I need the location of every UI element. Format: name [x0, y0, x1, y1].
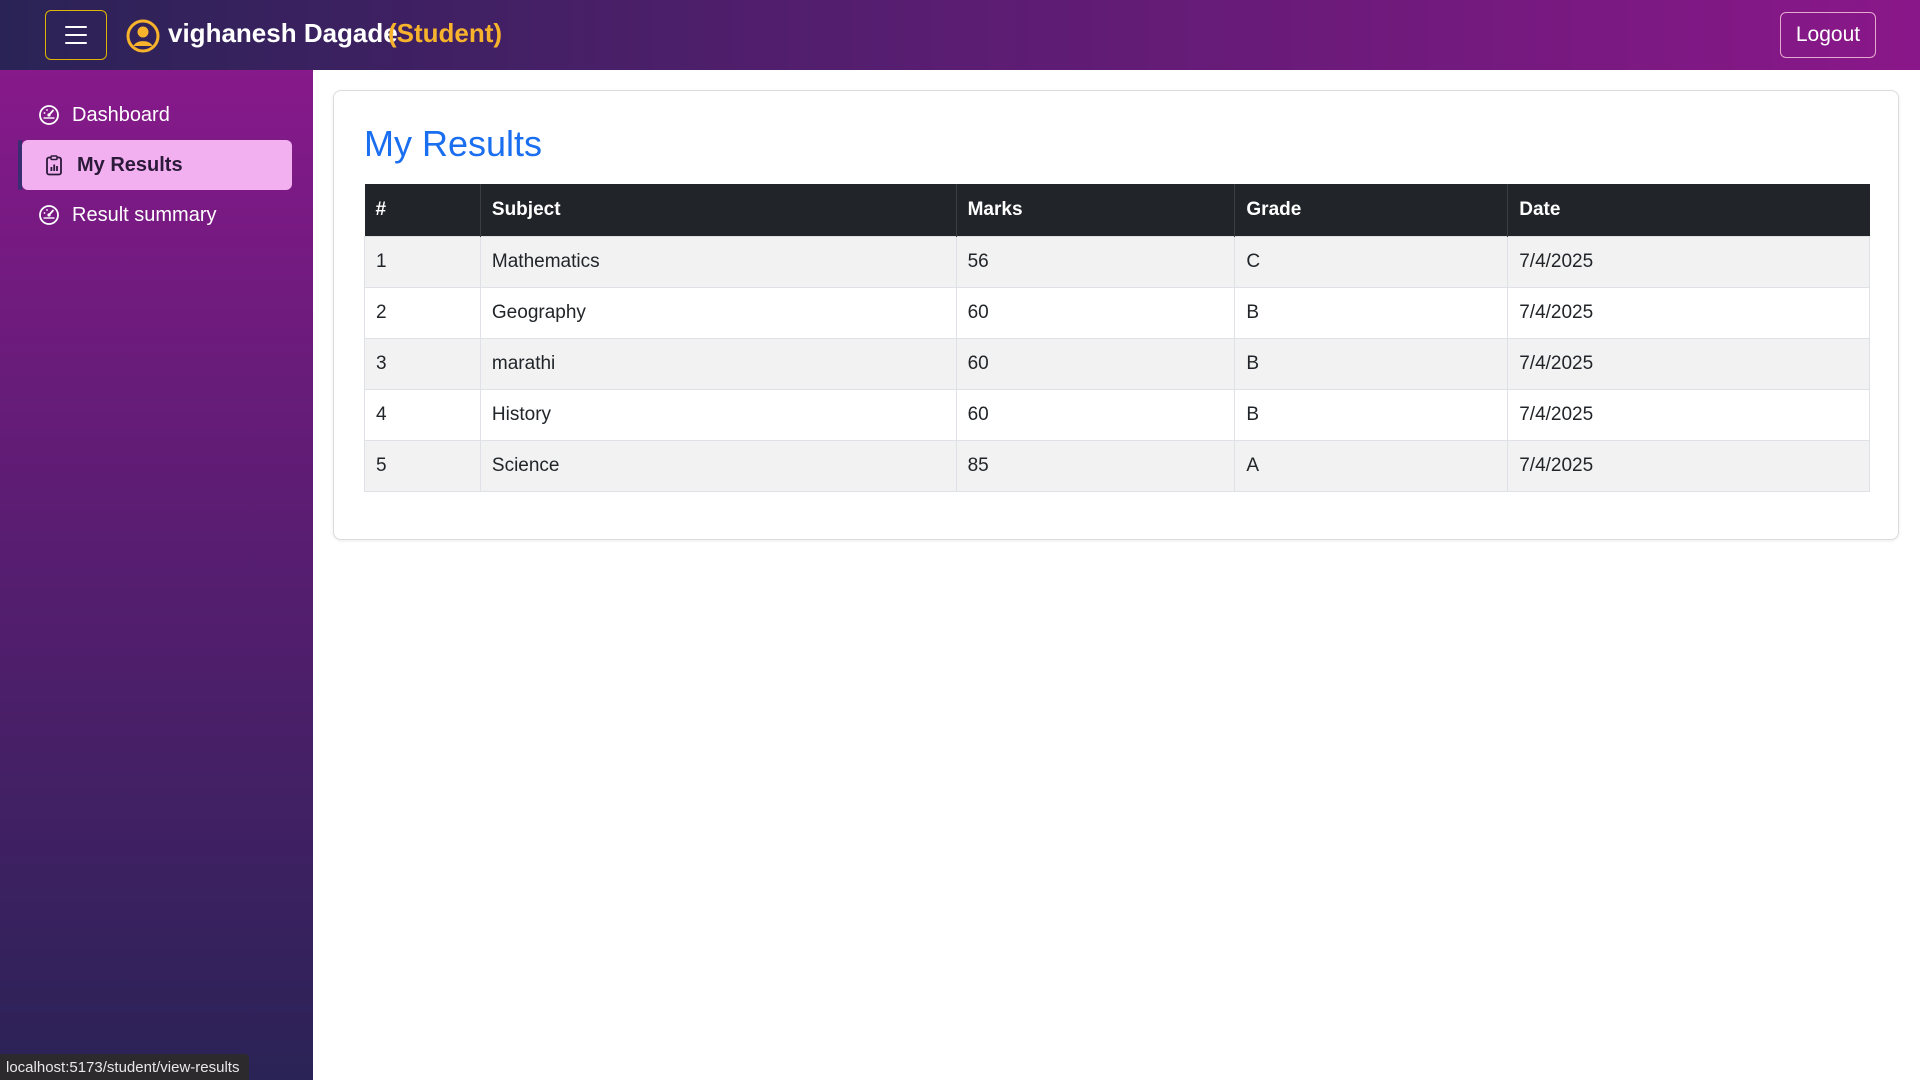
- cell-date: 7/4/2025: [1507, 337, 1870, 390]
- sidebar: Dashboard My Results Result summary: [0, 70, 313, 1080]
- table-row: 4 History 60 B 7/4/2025: [364, 388, 1870, 441]
- table-row: 3 marathi 60 B 7/4/2025: [364, 337, 1870, 390]
- cell-grade: A: [1234, 439, 1509, 492]
- cell-number: 1: [364, 235, 481, 288]
- cell-marks: 60: [955, 388, 1236, 441]
- sidebar-item-label: Dashboard: [72, 103, 170, 126]
- table-row: 2 Geography 60 B 7/4/2025: [364, 286, 1870, 339]
- cell-marks: 60: [955, 337, 1236, 390]
- cell-subject: Mathematics: [479, 235, 957, 288]
- column-header-number: #: [364, 184, 481, 236]
- cell-number: 2: [364, 286, 481, 339]
- menu-line: [65, 26, 87, 28]
- cell-grade: B: [1234, 286, 1509, 339]
- cell-grade: B: [1234, 388, 1509, 441]
- column-header-grade: Grade: [1234, 184, 1509, 236]
- sidebar-item-label: Result summary: [72, 203, 217, 226]
- column-header-marks: Marks: [956, 184, 1236, 236]
- results-card: My Results # Subject Marks Grade Date 1 …: [333, 90, 1899, 540]
- cell-number: 5: [364, 439, 481, 492]
- top-navbar: vighanesh Dagade (Student) Logout: [0, 0, 1920, 70]
- cell-marks: 85: [955, 439, 1236, 492]
- cell-date: 7/4/2025: [1507, 235, 1870, 288]
- sidebar-item-dashboard[interactable]: Dashboard: [22, 90, 292, 140]
- hamburger-menu-button[interactable]: [45, 10, 107, 60]
- results-table: # Subject Marks Grade Date 1 Mathematics…: [364, 184, 1870, 492]
- cell-number: 4: [364, 388, 481, 441]
- clipboard-chart-icon: [43, 154, 65, 176]
- cell-marks: 56: [955, 235, 1236, 288]
- cell-subject: Geography: [479, 286, 957, 339]
- column-header-subject: Subject: [480, 184, 957, 236]
- cell-subject: History: [479, 388, 957, 441]
- user-circle-icon: [126, 19, 160, 53]
- user-role: (Student): [388, 18, 503, 48]
- sidebar-item-label: My Results: [77, 153, 183, 176]
- cell-subject: marathi: [479, 337, 957, 390]
- menu-line: [65, 34, 87, 36]
- table-row: 5 Science 85 A 7/4/2025: [364, 439, 1870, 492]
- logout-button[interactable]: Logout: [1780, 12, 1876, 58]
- cell-grade: C: [1234, 235, 1509, 288]
- dashboard-gauge-icon: [38, 204, 60, 226]
- dashboard-gauge-icon: [38, 104, 60, 126]
- column-header-date: Date: [1507, 184, 1870, 236]
- page-title: My Results: [364, 123, 543, 164]
- cell-date: 7/4/2025: [1507, 388, 1870, 441]
- sidebar-item-result-summary[interactable]: Result summary: [22, 190, 292, 240]
- sidebar-item-my-results[interactable]: My Results: [18, 140, 292, 190]
- menu-line: [65, 42, 87, 44]
- cell-subject: Science: [479, 439, 957, 492]
- table-header-row: # Subject Marks Grade Date: [364, 184, 1870, 236]
- cell-date: 7/4/2025: [1507, 286, 1870, 339]
- cell-date: 7/4/2025: [1507, 439, 1870, 492]
- cell-number: 3: [364, 337, 481, 390]
- cell-marks: 60: [955, 286, 1236, 339]
- status-bar-url: localhost:5173/student/view-results: [0, 1054, 250, 1080]
- user-name: vighanesh Dagade: [168, 18, 398, 48]
- cell-grade: B: [1234, 337, 1509, 390]
- table-row: 1 Mathematics 56 C 7/4/2025: [364, 235, 1870, 288]
